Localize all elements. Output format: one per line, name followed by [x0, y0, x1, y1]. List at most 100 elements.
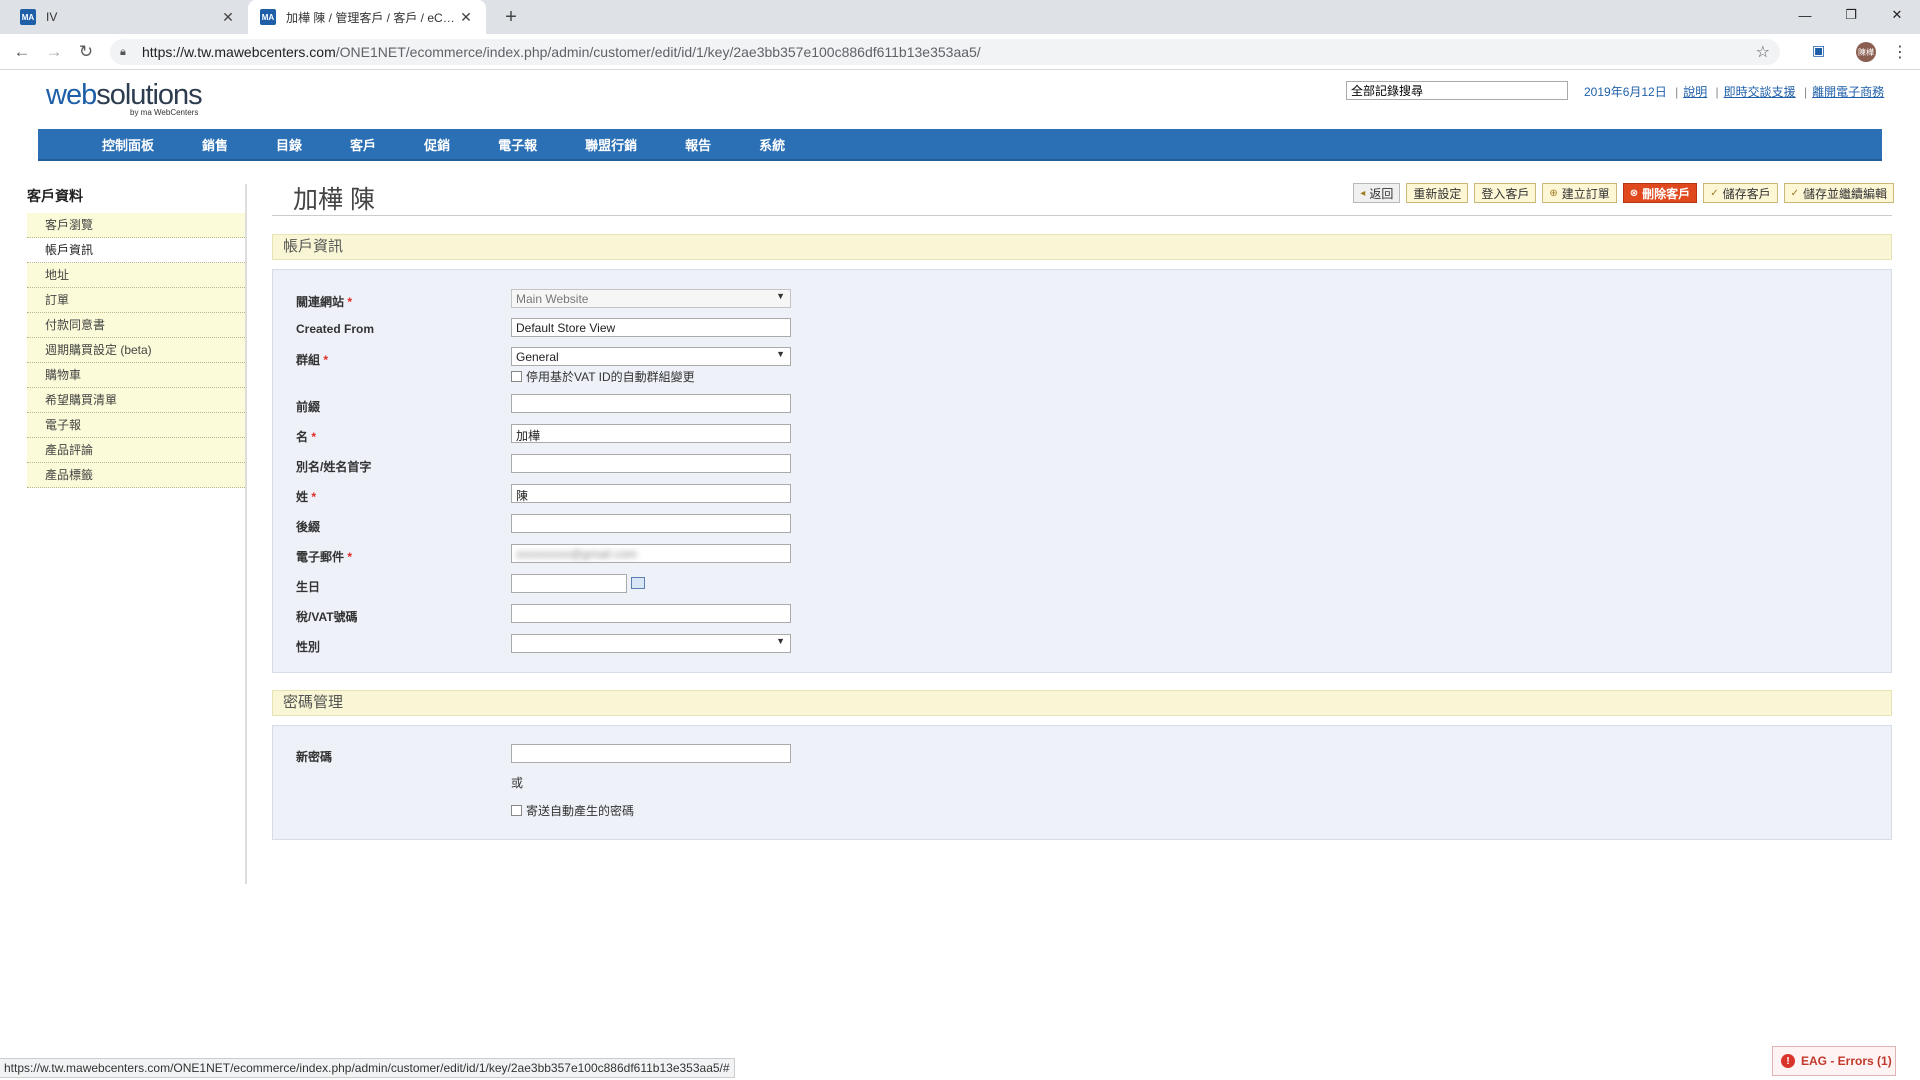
- add-icon: ⊕: [1549, 187, 1558, 199]
- gender-select[interactable]: ▼: [511, 634, 791, 653]
- send-auto-password-checkbox[interactable]: [511, 805, 522, 816]
- email-input[interactable]: xxxxxxxxx@gmail.com: [511, 544, 791, 563]
- nav-affiliate[interactable]: 聯盟行銷: [585, 135, 637, 154]
- main-navigation: 控制面板 銷售 目錄 客戶 促銷 電子報 聯盟行銷 報告 系統: [38, 129, 1882, 161]
- sidebar-item-product-tags[interactable]: 產品標籤: [27, 463, 247, 488]
- delete-icon: ⊗: [1629, 187, 1639, 199]
- new-password-input[interactable]: [511, 744, 791, 763]
- nav-dashboard[interactable]: 控制面板: [102, 135, 154, 154]
- dob-label: 生日: [296, 580, 321, 594]
- nav-newsletter[interactable]: 電子報: [498, 135, 537, 154]
- sidebar-item-account-info[interactable]: 帳戶資訊: [27, 238, 247, 263]
- sidebar-item-orders[interactable]: 訂單: [27, 288, 247, 313]
- live-chat-link[interactable]: 即時交談支援: [1724, 85, 1796, 99]
- new-password-label: 新密碼: [296, 750, 333, 764]
- window-controls: — ❐ ✕: [1782, 0, 1920, 30]
- tab-title: 加樺 陳 / 管理客戶 / 客戶 / eCom: [286, 10, 458, 25]
- account-info-heading: 帳戶資訊: [272, 234, 1892, 260]
- save-customer-button[interactable]: ✓ 儲存客戶: [1703, 183, 1778, 203]
- firstname-label: 名 *: [296, 430, 317, 444]
- group-label: 群組 *: [296, 353, 329, 367]
- browser-toolbar: ← → ↻ 🔒︎ https://w.tw.mawebcenters.com/O…: [0, 34, 1920, 70]
- password-fieldset: 新密碼 或 寄送自動產生的密碼: [272, 725, 1892, 840]
- dropdown-arrow-icon: ▼: [776, 291, 785, 301]
- account-info-fieldset: 關連網站 * Main Website ▼ Created From Defaul…: [272, 269, 1892, 673]
- gender-label: 性別: [296, 640, 321, 654]
- sidebar-item-shopping-cart[interactable]: 購物車: [27, 363, 247, 388]
- sidebar-item-billing-agreements[interactable]: 付款同意書: [27, 313, 247, 338]
- created-from-field: Default Store View: [511, 318, 791, 337]
- back-button[interactable]: ◂ 返回: [1353, 183, 1401, 203]
- dropdown-arrow-icon: ▼: [776, 636, 785, 646]
- dob-input[interactable]: [511, 574, 627, 593]
- bookmark-star-icon[interactable]: ☆: [1756, 42, 1770, 62]
- send-auto-password-label: 寄送自動產生的密碼: [526, 804, 635, 818]
- extension-icon[interactable]: ▣: [1812, 42, 1830, 60]
- browser-tab-customer[interactable]: MA 加樺 陳 / 管理客戶 / 客戶 / eCom ✕: [248, 0, 486, 34]
- help-link[interactable]: 說明: [1683, 85, 1707, 99]
- close-tab-icon[interactable]: ✕: [458, 9, 474, 26]
- address-bar[interactable]: 🔒︎ https://w.tw.mawebcenters.com/ONE1NET…: [110, 39, 1780, 65]
- errors-badge[interactable]: ! EAG - Errors (1): [1772, 1046, 1896, 1076]
- browser-menu-icon[interactable]: ⋮: [1892, 42, 1908, 62]
- disable-auto-group-checkbox[interactable]: [511, 371, 522, 382]
- browser-tab-iv[interactable]: MA IV ✕: [8, 0, 248, 34]
- sidebar-item-customer-view[interactable]: 客戶瀏覽: [27, 213, 247, 238]
- sidebar-item-addresses[interactable]: 地址: [27, 263, 247, 288]
- taxvat-label: 稅/VAT號碼: [296, 610, 358, 624]
- password-heading: 密碼管理: [272, 690, 1892, 716]
- sidebar-item-newsletter[interactable]: 電子報: [27, 413, 247, 438]
- back-arrow-icon[interactable]: ←: [10, 40, 34, 64]
- tab-title: IV: [46, 10, 58, 24]
- delete-customer-button[interactable]: ⊗ 刪除客戶: [1622, 183, 1698, 203]
- nav-reports[interactable]: 報告: [685, 135, 711, 154]
- browser-tab-bar: MA IV ✕ MA 加樺 陳 / 管理客戶 / 客戶 / eCom ✕ + —…: [0, 0, 1920, 34]
- browser-status-bar: https://w.tw.mawebcenters.com/ONE1NET/ec…: [0, 1058, 735, 1078]
- back-icon: ◂: [1360, 187, 1366, 199]
- sidebar-item-product-reviews[interactable]: 產品評論: [27, 438, 247, 463]
- lastname-label: 姓 *: [296, 490, 317, 504]
- action-buttons: ◂ 返回 重新設定 登入客戶 ⊕ 建立訂單 ⊗ 刪除客戶 ✓ 儲存客戶 ✓ 儲存並繼續編輯: [1353, 183, 1894, 203]
- header-links: 2019年6月12日 | 說明 | 即時交談支援 | 離開電子商務: [1584, 85, 1885, 99]
- group-select[interactable]: General ▼: [511, 347, 791, 366]
- nav-customers[interactable]: 客戶: [350, 135, 376, 154]
- close-window-icon[interactable]: ✕: [1874, 0, 1920, 30]
- profile-avatar[interactable]: 陳樺: [1856, 42, 1876, 62]
- reset-button[interactable]: 重新設定: [1406, 183, 1469, 203]
- taxvat-input[interactable]: [511, 604, 791, 623]
- sidebar-item-wishlist[interactable]: 希望購買清單: [27, 388, 247, 413]
- minimize-icon[interactable]: —: [1782, 0, 1828, 30]
- lastname-input[interactable]: 陳: [511, 484, 791, 503]
- create-order-button[interactable]: ⊕ 建立訂單: [1542, 183, 1617, 203]
- nav-catalog[interactable]: 目錄: [276, 135, 302, 154]
- suffix-row: 後綴: [273, 514, 1891, 536]
- lock-icon: 🔒︎: [120, 45, 126, 58]
- new-password-row: 新密碼: [273, 744, 1891, 766]
- middlename-input[interactable]: [511, 454, 791, 473]
- websolutions-logo[interactable]: websolutions by ma WebCenters: [46, 80, 206, 120]
- firstname-input[interactable]: 加樺: [511, 424, 791, 443]
- nav-system[interactable]: 系統: [759, 135, 785, 154]
- login-as-customer-button[interactable]: 登入客戶: [1474, 183, 1537, 203]
- global-search-input[interactable]: [1346, 81, 1568, 100]
- nav-sales[interactable]: 銷售: [202, 135, 228, 154]
- forward-arrow-icon[interactable]: →: [42, 40, 66, 64]
- new-tab-plus-icon[interactable]: +: [498, 4, 524, 30]
- exit-ecommerce-link[interactable]: 離開電子商務: [1812, 85, 1884, 99]
- firstname-row: 名 * 加樺: [273, 424, 1891, 446]
- prefix-input[interactable]: [511, 394, 791, 413]
- suffix-input[interactable]: [511, 514, 791, 533]
- check-icon: ✓: [1710, 187, 1719, 199]
- created-from-label: Created From: [296, 322, 375, 336]
- save-and-continue-button[interactable]: ✓ 儲存並繼續編輯: [1783, 183, 1894, 203]
- sidebar-item-recurring-profiles[interactable]: 週期購買設定 (beta): [27, 338, 247, 363]
- reload-icon[interactable]: ↻: [74, 40, 98, 64]
- sidebar-tabs: 客戶瀏覽 帳戶資訊 地址 訂單 付款同意書 週期購買設定 (beta) 購物車 …: [27, 213, 247, 488]
- site-favicon-icon: MA: [20, 9, 36, 25]
- calendar-icon[interactable]: cal: [631, 577, 645, 589]
- error-icon: !: [1781, 1054, 1795, 1068]
- nav-promotions[interactable]: 促銷: [424, 135, 450, 154]
- close-tab-icon[interactable]: ✕: [220, 9, 236, 26]
- dob-row: 生日 cal: [273, 574, 1891, 596]
- restore-icon[interactable]: ❐: [1828, 0, 1874, 30]
